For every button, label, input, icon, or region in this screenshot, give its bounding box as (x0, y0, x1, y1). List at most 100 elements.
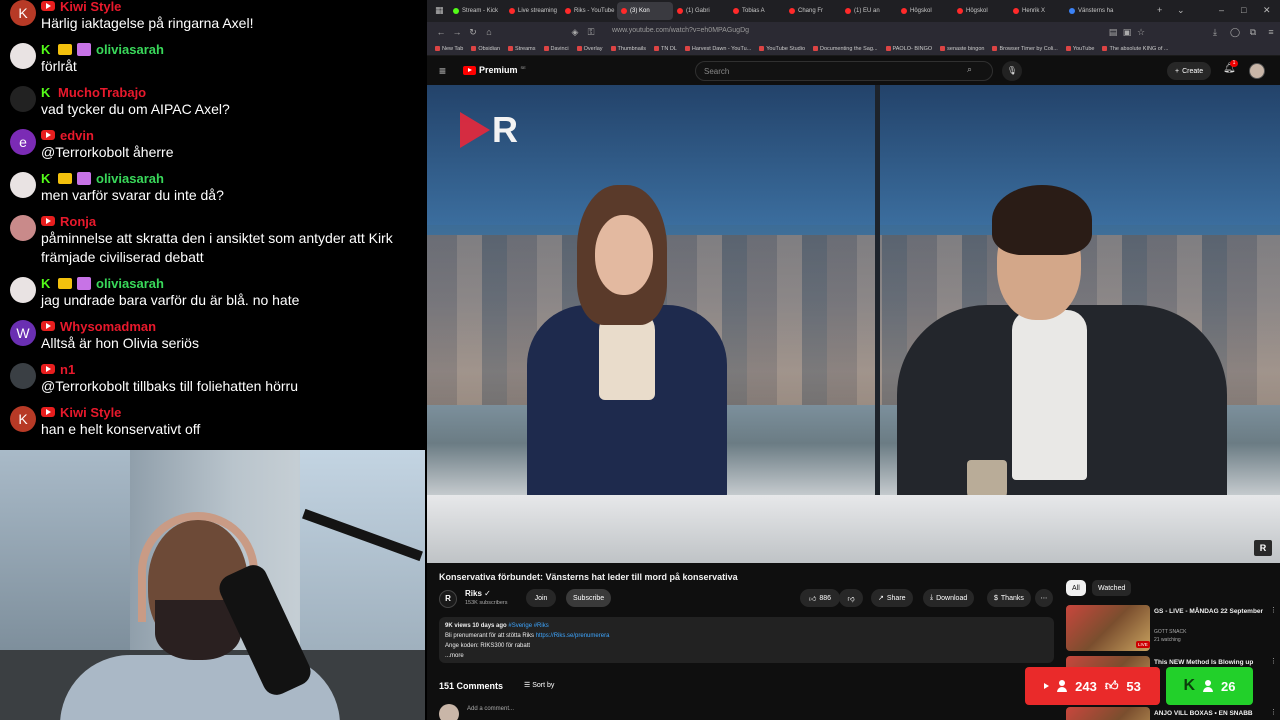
description-tags[interactable]: #Sverige #Riks (508, 623, 548, 629)
subscribe-button[interactable]: Subscribe (566, 589, 612, 607)
bookmark-item[interactable]: New Tab (435, 46, 463, 52)
channel-watermark[interactable]: R (1254, 540, 1272, 556)
recommended-title[interactable]: ANJO VILL BOXAS • EN SNABB (1154, 709, 1272, 718)
tab-overflow-icon[interactable]: ⌄ (1177, 5, 1185, 16)
browser-tab[interactable]: Högskol (897, 2, 953, 20)
hamburger-menu-icon[interactable]: ≡ (439, 64, 446, 78)
bookmark-item[interactable]: PAOLO- BINGO (885, 46, 932, 52)
browser-tab[interactable]: Högskol (953, 2, 1009, 20)
lock-icon[interactable]: ⚿ (583, 27, 599, 38)
chat-avatar[interactable]: K (10, 406, 36, 432)
browser-tab[interactable]: Henrik X (1009, 2, 1065, 20)
search-icon[interactable]: ⌕ (967, 64, 972, 75)
bookmark-item[interactable]: Overlay (576, 46, 603, 52)
share-button[interactable]: ↗ Share (871, 589, 913, 607)
bookmark-item[interactable]: Davinci (543, 46, 569, 52)
browser-tab[interactable]: Vänsterns ha (1065, 2, 1121, 20)
url-field[interactable]: www.youtube.com/watch?v=eh0MPAGugDg (612, 27, 749, 34)
back-icon[interactable]: ← (433, 27, 449, 37)
menu-icon[interactable]: ≡ (1263, 27, 1279, 37)
home-icon[interactable]: ⌂ (481, 27, 497, 37)
chat-username[interactable]: oliviasarah (96, 171, 164, 186)
bookmark-star-icon[interactable]: ☆ (1133, 27, 1149, 38)
chip-all[interactable]: All (1066, 580, 1086, 596)
browser-tab[interactable]: (1) EU an (841, 2, 897, 20)
download-button[interactable]: ⤓ Download (923, 589, 975, 607)
more-options-icon[interactable]: ⋮ (1270, 606, 1277, 614)
recommended-channel[interactable]: GOTT SNACK (1154, 628, 1186, 636)
bookmark-item[interactable]: The absolute KING of ... (1102, 46, 1168, 52)
chat-username[interactable]: edvin (60, 128, 94, 143)
chat-avatar[interactable] (10, 277, 36, 303)
chat-username[interactable]: MuchoTrabajo (58, 85, 146, 100)
bookmark-item[interactable]: Browser Timer by Coli... (992, 46, 1058, 52)
channel-name[interactable]: Riks ✓ (465, 589, 491, 598)
description-link[interactable]: https://Riks.se/prenumerera (536, 633, 610, 639)
show-more-link[interactable]: ...more (445, 651, 1048, 661)
bookmark-item[interactable]: Documenting the Sag... (813, 46, 878, 52)
chat-username[interactable]: oliviasarah (96, 276, 164, 291)
search-input[interactable]: Search (695, 61, 993, 81)
maximize-icon[interactable]: □ (1241, 5, 1246, 15)
browser-tab[interactable]: Tobias A (729, 2, 785, 20)
add-comment-input[interactable]: Add a comment... (467, 706, 514, 712)
browser-tab[interactable]: Riks - YouTube (561, 2, 617, 20)
recommended-title[interactable]: This NEW Method Is Blowing up (1154, 658, 1272, 667)
chat-avatar[interactable] (10, 43, 36, 69)
video-description[interactable]: 9K views 10 days ago #Sverige #Riks Bli … (439, 617, 1054, 663)
recommended-video[interactable]: LIVE GS - LIVE - MÅNDAG 22 September GOTT … (1066, 605, 1280, 651)
browser-tab[interactable]: Stream - Kick (449, 2, 505, 20)
chat-avatar[interactable] (10, 363, 36, 389)
bookmark-item[interactable]: YouTube (1065, 46, 1094, 52)
extensions-icon[interactable]: ⧉ (1245, 27, 1261, 38)
reload-icon[interactable]: ↻ (465, 27, 481, 38)
join-button[interactable]: Join (526, 589, 556, 607)
bookmark-item[interactable]: senaste bingon (940, 46, 984, 52)
video-player[interactable]: R R (427, 85, 1280, 563)
new-tab-icon[interactable]: + (1157, 5, 1162, 15)
bookmark-item[interactable]: Harvest Dawn - YouTu... (684, 46, 751, 52)
account-icon[interactable]: ◯ (1227, 27, 1243, 38)
chat-username[interactable]: oliviasarah (96, 42, 164, 57)
video-thumbnail[interactable] (1066, 707, 1150, 720)
chat-username[interactable]: Whysomadman (60, 319, 156, 334)
browser-tab[interactable]: Chang Fr (785, 2, 841, 20)
minimize-icon[interactable]: – (1219, 5, 1224, 15)
chat-avatar[interactable]: W (10, 320, 36, 346)
like-button[interactable]: 👍︎ 886 (800, 589, 840, 607)
bookmark-item[interactable]: YouTube Studio (759, 46, 805, 52)
voice-search-icon[interactable]: 🎙︎ (1002, 61, 1022, 81)
dislike-button[interactable]: 👎︎ (839, 589, 863, 607)
chat-username[interactable]: Ronja (60, 214, 96, 229)
chat-avatar[interactable]: e (10, 129, 36, 155)
bookmark-item[interactable]: TN DL (653, 46, 677, 52)
forward-icon[interactable]: → (449, 27, 465, 37)
more-options-icon[interactable]: ⋮ (1270, 657, 1277, 665)
chat-avatar[interactable] (10, 172, 36, 198)
chat-avatar[interactable] (10, 215, 36, 241)
bookmark-item[interactable]: Streams (508, 46, 536, 52)
youtube-logo[interactable]: Premium SE (463, 65, 526, 75)
more-options-icon[interactable]: ⋮ (1270, 708, 1277, 716)
recommended-title[interactable]: GS - LIVE - MÅNDAG 22 September (1154, 607, 1272, 616)
bookmark-item[interactable]: Obsidian (471, 46, 500, 52)
chip-watched[interactable]: Watched (1092, 580, 1132, 596)
bookmark-item[interactable]: Thumbnails (610, 46, 646, 52)
recommended-video[interactable]: ANJO VILL BOXAS • EN SNABB ⋮ (1066, 707, 1280, 720)
shield-icon[interactable]: ◈ (567, 27, 583, 38)
chat-username[interactable]: Kiwi Style (60, 405, 121, 420)
chat-avatar[interactable]: K (10, 0, 36, 26)
more-actions-icon[interactable]: ⋯ (1035, 589, 1053, 607)
create-button[interactable]: + Create (1167, 62, 1212, 80)
user-avatar[interactable] (1249, 63, 1265, 79)
browser-tab[interactable]: (1) Gabri (673, 2, 729, 20)
chat-avatar[interactable] (10, 86, 36, 112)
tab-list-icon[interactable]: ▦ (435, 5, 444, 16)
browser-tab[interactable]: (3) Kon (617, 2, 673, 20)
channel-avatar[interactable]: R (439, 590, 457, 608)
browser-tab[interactable]: Live streaming (505, 2, 561, 20)
sort-button[interactable]: ☰ Sort by (524, 681, 554, 689)
chat-username[interactable]: Kiwi Style (60, 0, 121, 14)
close-window-icon[interactable]: ✕ (1263, 5, 1271, 16)
chat-username[interactable]: n1 (60, 362, 75, 377)
